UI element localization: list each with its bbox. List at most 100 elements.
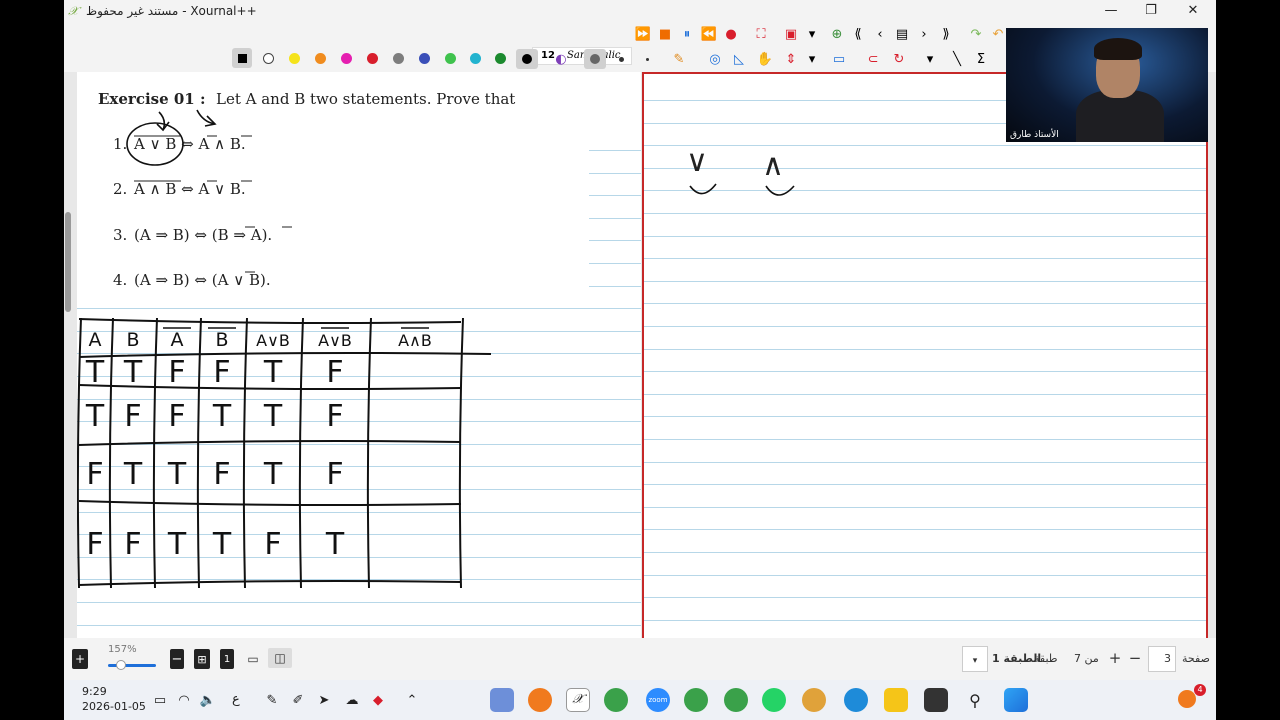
- ruled-line: [644, 213, 1206, 214]
- battery-icon[interactable]: ▭: [152, 690, 168, 710]
- color-black-active[interactable]: [516, 49, 538, 69]
- record-icon[interactable]: ●: [722, 24, 740, 44]
- taskbar-chrome-1[interactable]: [604, 688, 628, 712]
- previous-page-icon[interactable]: ‹: [872, 24, 888, 44]
- layer-dropdown[interactable]: ▾: [962, 646, 988, 672]
- maximize-button[interactable]: ❐: [1134, 2, 1168, 20]
- page-number-field[interactable]: 3: [1148, 646, 1176, 672]
- add-layer-icon[interactable]: +: [72, 649, 88, 669]
- color-gray[interactable]: [393, 53, 404, 64]
- vertical-scrollbar[interactable]: [65, 212, 71, 312]
- show-hidden-icons[interactable]: ⌃: [404, 690, 420, 710]
- speaker-icon[interactable]: 🔈: [200, 690, 216, 710]
- zoom-out-icon[interactable]: −: [170, 649, 184, 669]
- wifi-icon[interactable]: ◠: [176, 690, 192, 710]
- dual-page-icon[interactable]: ◫: [268, 648, 292, 668]
- table-header-cell: A∨B: [256, 331, 290, 350]
- table-column-line: [298, 317, 304, 589]
- ruled-line: [644, 258, 1206, 260]
- first-page-icon[interactable]: ⟪: [850, 24, 866, 44]
- pen-menu-icon[interactable]: ✎: [264, 690, 280, 710]
- taskbar-app-dark[interactable]: [924, 688, 948, 712]
- sum-icon[interactable]: Σ: [972, 49, 990, 69]
- close-button[interactable]: ✕: [1176, 2, 1210, 20]
- last-page-icon[interactable]: ⟫: [938, 24, 954, 44]
- page-left[interactable]: Exercise 01 : Let A and B two statements…: [77, 72, 641, 671]
- table-cell: F: [86, 457, 103, 492]
- zoom-slider-handle[interactable]: [116, 660, 126, 670]
- ruled-line: [644, 393, 1206, 395]
- table-column-line: [152, 317, 158, 589]
- ruled-line: [644, 303, 1206, 305]
- zoom-fit-icon[interactable]: ⊞: [194, 649, 210, 669]
- stop-icon[interactable]: ■: [656, 24, 674, 44]
- vertical-space-icon[interactable]: ⇕: [782, 49, 800, 69]
- pen-tool-icon[interactable]: ✎: [670, 49, 688, 69]
- app-tray-icon[interactable]: ◆: [370, 690, 386, 710]
- taskbar-chrome-3[interactable]: [724, 688, 748, 712]
- table-cell: T: [212, 399, 232, 434]
- color-red[interactable]: [367, 53, 378, 64]
- taskbar-edge[interactable]: [844, 688, 868, 712]
- dropdown-arrow-icon[interactable]: ▾: [806, 24, 818, 44]
- line-tool-icon[interactable]: ╲: [948, 49, 966, 69]
- dropdown-arrow-2-icon[interactable]: ▾: [806, 49, 818, 69]
- thickness-thin-icon[interactable]: [640, 49, 654, 69]
- goto-page-icon[interactable]: ▤: [894, 24, 910, 44]
- windows-start-icon[interactable]: [1004, 688, 1028, 712]
- taskbar-chrome-4[interactable]: [802, 688, 826, 712]
- magnet-icon[interactable]: ⊂: [864, 49, 882, 69]
- table-header-cell: A∨B: [318, 331, 352, 350]
- color-yellow[interactable]: [289, 53, 300, 64]
- presentation-icon[interactable]: ▭: [244, 649, 262, 669]
- table-cell: T: [123, 457, 143, 492]
- next-page-icon[interactable]: ›: [916, 24, 932, 44]
- color-dark-green[interactable]: [495, 53, 506, 64]
- taskbar-zoom[interactable]: zoom: [646, 688, 670, 712]
- pause-icon[interactable]: ⏸: [678, 24, 696, 44]
- taskbar-xournal[interactable]: 𝒳: [566, 688, 590, 712]
- search-icon[interactable]: ⚲: [964, 690, 986, 710]
- color-picker-icon[interactable]: ◐: [552, 49, 570, 69]
- rectangle-tool-icon[interactable]: ▭: [830, 49, 848, 69]
- taskbar-file-explorer[interactable]: [884, 688, 908, 712]
- taskbar-chrome-2[interactable]: [684, 688, 708, 712]
- hand-tool-icon[interactable]: ✋: [756, 49, 774, 69]
- table-cell: F: [326, 457, 343, 492]
- rewind-icon[interactable]: ⏪: [700, 24, 718, 44]
- page-insert-icon[interactable]: ▣: [782, 24, 800, 44]
- color-white[interactable]: [263, 53, 274, 64]
- table-column-line: [366, 317, 372, 589]
- minimize-button[interactable]: —: [1094, 2, 1128, 20]
- thickness-medium-icon[interactable]: [614, 49, 628, 69]
- color-blue[interactable]: [419, 53, 430, 64]
- color-swatch-black-selected[interactable]: [232, 48, 252, 68]
- setsquare-icon[interactable]: ◺: [730, 49, 748, 69]
- taskbar-app-1[interactable]: [490, 688, 514, 712]
- redo-icon[interactable]: ↷: [968, 24, 984, 44]
- color-green[interactable]: [445, 53, 456, 64]
- taskbar-whatsapp[interactable]: [762, 688, 786, 712]
- prev-page-minus-icon[interactable]: −: [1128, 648, 1142, 668]
- thickness-thick-icon[interactable]: [584, 49, 606, 69]
- color-cyan[interactable]: [470, 53, 481, 64]
- pen-settings-icon[interactable]: ✐: [290, 690, 306, 710]
- cloud-icon[interactable]: ☁: [344, 690, 360, 710]
- taskbar-firefox[interactable]: [528, 688, 552, 712]
- shape-recognizer-icon[interactable]: ↻: [890, 49, 908, 69]
- page-right[interactable]: ∨ ∧: [642, 72, 1208, 638]
- fullscreen-icon[interactable]: ⛶: [752, 24, 770, 44]
- dropdown-arrow-3-icon[interactable]: ▾: [924, 49, 936, 69]
- add-page-icon[interactable]: ⊕: [828, 24, 846, 44]
- zoom-100-icon[interactable]: 1: [220, 649, 234, 669]
- compass-icon[interactable]: ◎: [706, 49, 724, 69]
- ruled-line: [644, 280, 1206, 282]
- undo-icon[interactable]: ↶: [990, 24, 1006, 44]
- next-page-plus-icon[interactable]: +: [1108, 648, 1122, 668]
- language-indicator[interactable]: ع: [232, 692, 240, 707]
- color-orange[interactable]: [315, 53, 326, 64]
- notification-icon[interactable]: [1178, 690, 1196, 708]
- color-magenta[interactable]: [341, 53, 352, 64]
- play-icon[interactable]: ⏩: [634, 24, 652, 44]
- share-icon[interactable]: ➤: [316, 690, 332, 710]
